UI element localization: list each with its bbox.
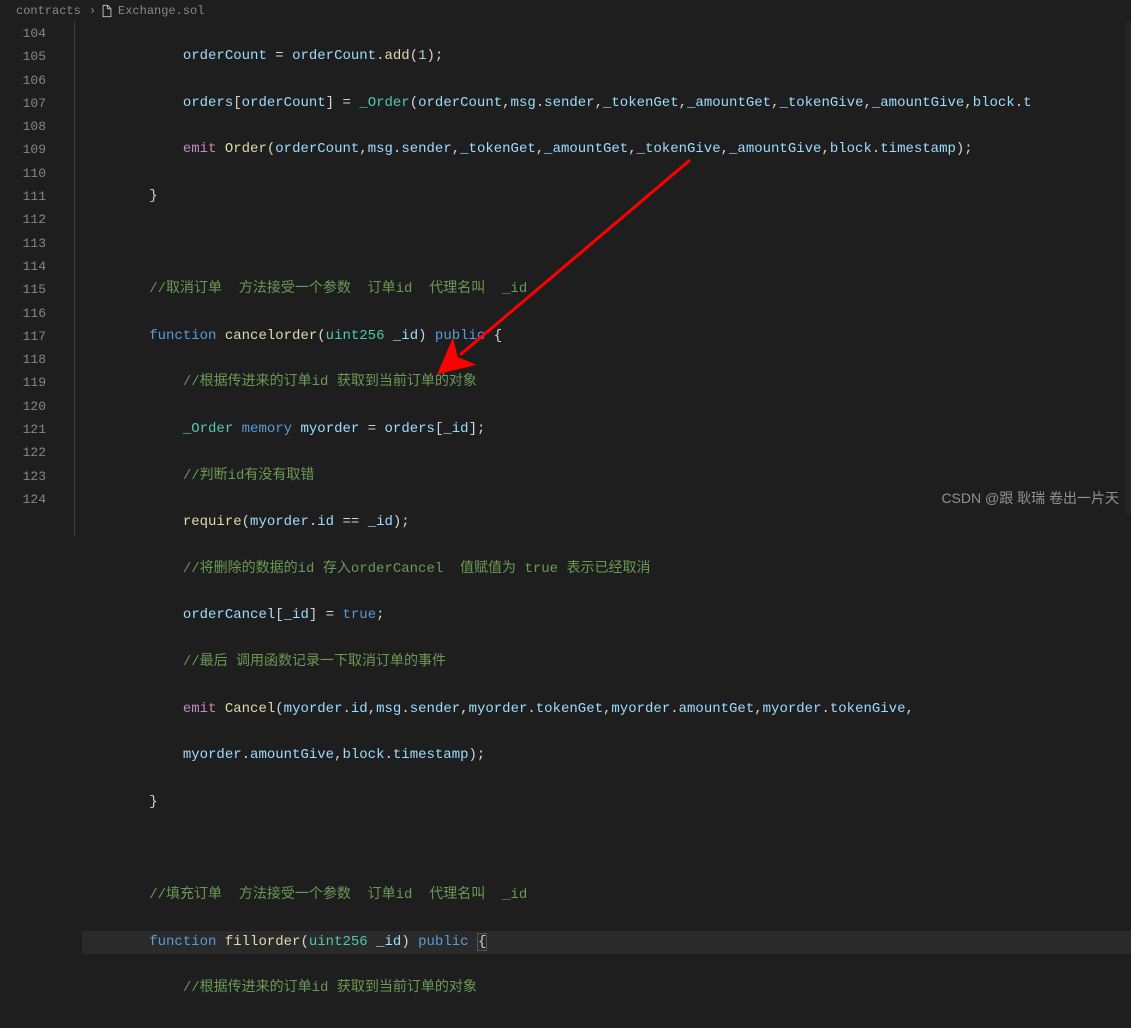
code-line: emit Cancel(myorder.id,msg.sender,myorde… (82, 698, 1131, 721)
fold-guide (74, 22, 75, 536)
minimap[interactable] (1125, 22, 1131, 514)
code-line: //根据传进来的订单id 获取到当前订单的对象 (82, 977, 1131, 1000)
watermark: CSDN @跟 耿瑞 卷出一片天 (941, 488, 1119, 508)
code-line: //根据传进来的订单id 获取到当前订单的对象 (82, 371, 1131, 394)
code-line (82, 837, 1131, 860)
code-line: emit Order(orderCount,msg.sender,_tokenG… (82, 138, 1131, 161)
breadcrumb-file[interactable]: Exchange.sol (118, 4, 204, 18)
code-editor[interactable]: 1041051061071081091101111121131141151161… (0, 22, 1131, 514)
code-line: function fillorder(uint256 _id) public { (82, 931, 1131, 954)
breadcrumb[interactable]: contracts › Exchange.sol (0, 0, 1131, 22)
code-line: //填充订单 方法接受一个参数 订单id 代理名叫 _id (82, 884, 1131, 907)
code-line: //判断id有没有取错 (82, 465, 1131, 488)
code-line: } (82, 185, 1131, 208)
breadcrumb-folder[interactable]: contracts (16, 4, 81, 18)
code-line: function cancelorder(uint256 _id) public… (82, 325, 1131, 348)
code-line: orderCancel[_id] = true; (82, 604, 1131, 627)
code-line: orders[orderCount] = _Order(orderCount,m… (82, 92, 1131, 115)
file-icon (100, 4, 114, 18)
code-line (82, 232, 1131, 255)
code-line: //取消订单 方法接受一个参数 订单id 代理名叫 _id (82, 278, 1131, 301)
code-line: myorder.amountGive,block.timestamp); (82, 744, 1131, 767)
code-line: //最后 调用函数记录一下取消订单的事件 (82, 651, 1131, 674)
code-content[interactable]: orderCount = orderCount.add(1); orders[o… (64, 22, 1131, 514)
code-line: //将删除的数据的id 存入orderCancel 值赋值为 true 表示已经… (82, 558, 1131, 581)
line-number-gutter: 1041051061071081091101111121131141151161… (0, 22, 64, 514)
code-line: } (82, 791, 1131, 814)
code-line: orderCount = orderCount.add(1); (82, 45, 1131, 68)
breadcrumb-sep: › (89, 4, 96, 18)
code-line: require(myorder.id == _id); (82, 511, 1131, 534)
code-line: _Order memory myorder = orders[_id]; (82, 418, 1131, 441)
